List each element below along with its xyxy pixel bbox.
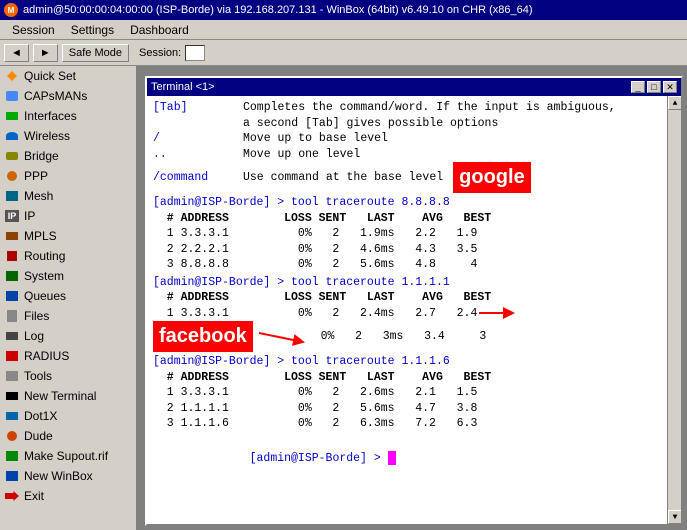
sidebar-item-capsman[interactable]: CAPsMANs — [0, 86, 136, 106]
arrow1-icon — [477, 306, 517, 320]
sidebar-item-tools[interactable]: Tools — [0, 366, 136, 386]
sidebar-item-routing[interactable]: Routing — [0, 246, 136, 266]
help-line-tab2: a second [Tab] gives possible options — [153, 116, 675, 132]
sidebar-item-queues[interactable]: Queues — [0, 286, 136, 306]
minimize-button[interactable]: _ — [631, 81, 645, 93]
forward-button[interactable]: ► — [33, 44, 58, 62]
sidebar-item-interfaces[interactable]: Interfaces — [0, 106, 136, 126]
exit-icon — [4, 488, 20, 504]
menu-bar: Session Settings Dashboard — [0, 20, 687, 40]
terminal-body[interactable]: [Tab]Completes the command/word. If the … — [147, 96, 681, 524]
traceroute3-cmd: [admin@ISP-Borde] > tool traceroute 1.1.… — [153, 354, 675, 370]
radius-icon — [4, 348, 20, 364]
terminal-controls: _ □ ✕ — [631, 81, 677, 93]
interfaces-icon — [4, 108, 20, 124]
menu-settings[interactable]: Settings — [63, 22, 122, 38]
maximize-button[interactable]: □ — [647, 81, 661, 93]
traceroute2-row1: 1 3.3.3.1 0% 2 2.4ms 2.7 2.4 — [153, 306, 675, 322]
traceroute1-cmd: [admin@ISP-Borde] > tool traceroute 8.8.… — [153, 195, 675, 211]
sidebar-item-newwinbox[interactable]: New WinBox — [0, 466, 136, 486]
traceroute1-row2: 2 2.2.2.1 0% 2 4.6ms 4.3 3.5 — [153, 242, 675, 258]
mpls-icon — [4, 228, 20, 244]
sidebar-item-ip[interactable]: IP IP — [0, 206, 136, 226]
terminal-window: Terminal <1> _ □ ✕ [Tab]Completes the co… — [145, 76, 683, 526]
traceroute1-row3: 3 8.8.8.8 0% 2 5.6ms 4.8 4 — [153, 257, 675, 273]
content-area: Terminal <1> _ □ ✕ [Tab]Completes the co… — [137, 66, 687, 530]
terminal-title: Terminal <1> — [151, 81, 215, 93]
terminal-cursor — [388, 451, 396, 465]
scroll-down-button[interactable]: ▼ — [668, 510, 681, 524]
safemode-button[interactable]: Safe Mode — [62, 44, 129, 62]
sidebar-item-log[interactable]: Log — [0, 326, 136, 346]
newterminal-icon — [4, 388, 20, 404]
sidebar-item-system[interactable]: System — [0, 266, 136, 286]
traceroute2-header: # ADDRESS LOSS SENT LAST AVG BEST — [153, 290, 675, 306]
traceroute3-header: # ADDRESS LOSS SENT LAST AVG BEST — [153, 370, 675, 386]
title-bar: M admin@50:00:00:04:00:00 (ISP-Borde) vi… — [0, 0, 687, 20]
traceroute3-row2: 2 1.1.1.1 0% 2 5.6ms 4.7 3.8 — [153, 401, 675, 417]
help-line-tab: [Tab]Completes the command/word. If the … — [153, 100, 675, 116]
ip-icon: IP — [4, 208, 20, 224]
scroll-up-button[interactable]: ▲ — [668, 96, 681, 110]
routing-icon — [4, 248, 20, 264]
terminal-prompt: [admin@ISP-Borde] > — [250, 452, 388, 465]
sidebar-item-exit[interactable]: Exit — [0, 486, 136, 506]
scroll-track[interactable] — [668, 110, 681, 510]
makesupout-icon — [4, 448, 20, 464]
session-input[interactable] — [185, 45, 205, 61]
help-line-dotdot: ..Move up one level — [153, 147, 675, 163]
log-icon — [4, 328, 20, 344]
sidebar-item-ppp[interactable]: PPP — [0, 166, 136, 186]
terminal-prompt-line: [admin@ISP-Borde] > — [153, 436, 675, 483]
help-line-command: /command Use command at the base level g… — [153, 162, 675, 193]
traceroute2-cmd: [admin@ISP-Borde] > tool traceroute 1.1.… — [153, 275, 675, 291]
arrow2-icon — [257, 328, 307, 346]
system-icon — [4, 268, 20, 284]
close-button[interactable]: ✕ — [663, 81, 677, 93]
traceroute1-row1: 1 3.3.3.1 0% 2 1.9ms 2.2 1.9 — [153, 226, 675, 242]
dot1x-icon — [4, 408, 20, 424]
sidebar-item-newterminal[interactable]: New Terminal — [0, 386, 136, 406]
dude-icon — [4, 428, 20, 444]
back-button[interactable]: ◄ — [4, 44, 29, 62]
newwinbox-icon — [4, 468, 20, 484]
bridge-icon — [4, 148, 20, 164]
sidebar: Quick Set CAPsMANs Interfaces Wireless B… — [0, 66, 137, 530]
sidebar-item-mesh[interactable]: Mesh — [0, 186, 136, 206]
terminal-scrollbar[interactable]: ▲ ▼ — [667, 96, 681, 524]
main-layout: Quick Set CAPsMANs Interfaces Wireless B… — [0, 66, 687, 530]
sidebar-item-bridge[interactable]: Bridge — [0, 146, 136, 166]
traceroute1-header: # ADDRESS LOSS SENT LAST AVG BEST — [153, 211, 675, 227]
help-line-slash: /Move up to base level — [153, 131, 675, 147]
sidebar-item-files[interactable]: Files — [0, 306, 136, 326]
sidebar-item-radius[interactable]: RADIUS — [0, 346, 136, 366]
sidebar-item-wireless[interactable]: Wireless — [0, 126, 136, 146]
session-label: Session: — [139, 47, 181, 59]
sidebar-item-makesupout[interactable]: Make Supout.rif — [0, 446, 136, 466]
quickset-icon — [4, 68, 20, 84]
annotation-facebook: facebook — [153, 321, 253, 352]
capsman-icon — [4, 88, 20, 104]
terminal-titlebar: Terminal <1> _ □ ✕ — [147, 78, 681, 96]
wireless-icon — [4, 128, 20, 144]
terminal-content: [Tab]Completes the command/word. If the … — [153, 100, 675, 520]
files-icon — [4, 308, 20, 324]
menu-session[interactable]: Session — [4, 22, 63, 38]
title-text: admin@50:00:00:04:00:00 (ISP-Borde) via … — [23, 4, 533, 16]
traceroute2-row2: facebook 0% 2 3ms 3.4 3 — [153, 321, 675, 352]
toolbar: ◄ ► Safe Mode Session: — [0, 40, 687, 66]
traceroute3-row1: 1 3.3.3.1 0% 2 2.6ms 2.1 1.5 — [153, 385, 675, 401]
annotation-google: google — [453, 162, 531, 193]
traceroute3-row3: 3 1.1.1.6 0% 2 6.3ms 7.2 6.3 — [153, 416, 675, 432]
sidebar-item-mpls[interactable]: MPLS — [0, 226, 136, 246]
sidebar-item-quickset[interactable]: Quick Set — [0, 66, 136, 86]
tools-icon — [4, 368, 20, 384]
ppp-icon — [4, 168, 20, 184]
queues-icon — [4, 288, 20, 304]
menu-dashboard[interactable]: Dashboard — [122, 22, 197, 38]
sidebar-item-dot1x[interactable]: Dot1X — [0, 406, 136, 426]
sidebar-item-dude[interactable]: Dude — [0, 426, 136, 446]
app-icon: M — [4, 3, 18, 17]
mesh-icon — [4, 188, 20, 204]
